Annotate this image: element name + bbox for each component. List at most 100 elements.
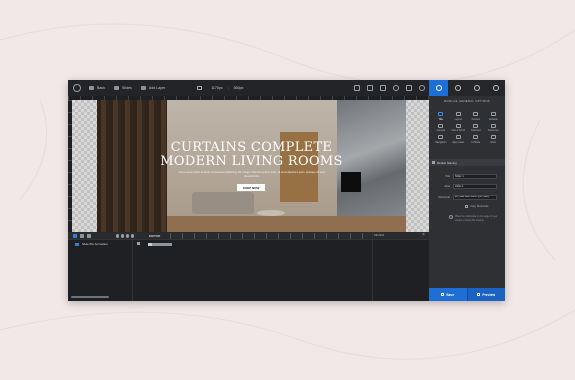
- module-naming-section[interactable]: Module Naming: [429, 159, 505, 166]
- close-icon[interactable]: ×: [422, 233, 425, 238]
- layer-name: Slide BG Animation: [82, 242, 108, 246]
- option-icon: [438, 135, 444, 139]
- option-label: Ar Mode: [471, 140, 481, 144]
- copy-icon: [465, 205, 468, 208]
- option-icon: [490, 112, 496, 116]
- option-general[interactable]: General: [432, 123, 450, 132]
- slides-icon: [114, 86, 119, 90]
- height-value[interactable]: 560px: [234, 86, 244, 90]
- headline-line2: MODERN LIVING ROOMS: [160, 154, 343, 169]
- option-label: Title: [438, 117, 443, 121]
- tab-navigation[interactable]: [448, 80, 467, 96]
- timeline-scrollbar[interactable]: [71, 296, 109, 298]
- option-nav-scroll[interactable]: Nav & Scroll: [450, 123, 468, 132]
- option-ar-mode[interactable]: Ar Mode: [467, 135, 485, 144]
- layer-visibility-icon[interactable]: [137, 242, 140, 245]
- tab-layer[interactable]: [486, 80, 505, 96]
- device-icon[interactable]: [406, 85, 412, 91]
- headline-line1: CURTAINS COMPLETE: [170, 140, 333, 155]
- layers-toggle-icon[interactable]: [73, 234, 77, 238]
- timeline-panel: EDITOR REVIEW × Slide BG Animation: [68, 232, 429, 301]
- option-label: General: [436, 129, 445, 132]
- timeline-ticks: [170, 233, 370, 239]
- tab-module-settings[interactable]: [429, 80, 448, 96]
- title-row: Title Slider 1: [429, 173, 505, 179]
- cursor-icon[interactable]: [367, 85, 373, 91]
- shortcode-note: Place the shortcode on the page of your …: [455, 215, 498, 222]
- alias-label: Alias: [444, 184, 450, 188]
- wordpress-icon[interactable]: [73, 84, 81, 92]
- folder-icon[interactable]: [87, 234, 91, 238]
- add-layer-label: Add Layer: [148, 86, 166, 90]
- timeline-layer-row[interactable]: Slide BG Animation: [75, 242, 108, 246]
- back-button[interactable]: Back: [89, 86, 105, 90]
- copy-label: Copy Shortcode: [470, 205, 489, 208]
- option-title[interactable]: Title: [432, 112, 450, 121]
- panel-footer: Save Preview: [429, 288, 505, 301]
- option-label: Navigation: [435, 140, 447, 144]
- shortcode-field[interactable]: [rev_slider alias="slider-1"][/rev_slide…: [453, 194, 497, 200]
- timeline-bar-handle[interactable]: [148, 243, 152, 246]
- option-ajax-loads[interactable]: Ajax Loads: [450, 135, 468, 144]
- editor-canvas[interactable]: CURTAINS COMPLETE MODERN LIVING ROOMS Lo…: [72, 100, 429, 232]
- option-icon: [438, 123, 444, 128]
- slides-label: Slides: [122, 86, 132, 90]
- settings-icon[interactable]: [131, 234, 134, 238]
- stop-icon[interactable]: [121, 234, 124, 238]
- tab-slide[interactable]: [467, 80, 486, 96]
- options-panel: MODULE GENERAL OPTIONS Title Layout Conten…: [429, 80, 505, 301]
- option-advanced[interactable]: Advanced: [485, 123, 503, 132]
- alias-field[interactable]: slider-1: [453, 183, 497, 189]
- save-label: Save: [446, 292, 455, 297]
- option-carousel[interactable]: Carousel: [467, 123, 485, 132]
- help-icon[interactable]: [354, 85, 360, 91]
- loop-icon[interactable]: [126, 234, 129, 238]
- add-layer-icon: [140, 86, 146, 90]
- back-label: Back: [97, 86, 105, 90]
- editor-label[interactable]: EDITOR: [149, 234, 160, 238]
- timeline-header: EDITOR REVIEW ×: [68, 232, 429, 240]
- save-button[interactable]: Save: [429, 288, 467, 301]
- option-defaults[interactable]: Defaults: [485, 112, 503, 121]
- toolbar-right-icons: [347, 80, 425, 96]
- option-icon: [438, 112, 444, 116]
- gear-icon: [435, 85, 442, 91]
- info-icon: [449, 215, 453, 219]
- slide-subtext[interactable]: Lorem ipsum dolor sit amet, consectetur …: [177, 171, 327, 178]
- history-icon[interactable]: [419, 85, 425, 91]
- option-label: Layout: [454, 117, 462, 121]
- play-icon[interactable]: [116, 234, 119, 238]
- slide-preview[interactable]: CURTAINS COMPLETE MODERN LIVING ROOMS Lo…: [97, 100, 406, 232]
- title-field[interactable]: Slider 1: [453, 173, 497, 179]
- lock-icon[interactable]: [80, 234, 84, 238]
- option-more[interactable]: More: [485, 135, 503, 144]
- monitor-icon[interactable]: [197, 86, 203, 90]
- save-icon: [441, 293, 445, 296]
- preview-button[interactable]: Preview: [466, 288, 505, 301]
- option-layout[interactable]: Layout: [450, 112, 468, 121]
- shortcode-label: Shortcode: [438, 195, 450, 199]
- option-label: Advanced: [487, 129, 499, 132]
- width-value[interactable]: 1170px: [211, 86, 223, 90]
- copy-shortcode-button[interactable]: Copy Shortcode: [465, 205, 489, 208]
- option-label: Defaults: [488, 117, 498, 121]
- layers-icon[interactable]: [380, 85, 386, 91]
- slides-button[interactable]: Slides: [114, 86, 132, 90]
- review-label: REVIEW: [374, 234, 385, 237]
- canvas-size: 1170px | 560px: [197, 86, 243, 90]
- option-icon: [455, 123, 461, 128]
- panel-title: MODULE GENERAL OPTIONS: [444, 99, 490, 103]
- layer-color-icon: [75, 242, 79, 246]
- slide-headline[interactable]: CURTAINS COMPLETE MODERN LIVING ROOMS: [97, 141, 406, 169]
- shop-now-button[interactable]: SHOP NOW: [237, 184, 265, 191]
- option-navigation[interactable]: Navigation: [432, 135, 450, 144]
- option-content[interactable]: Content: [467, 112, 485, 121]
- back-icon: [89, 86, 94, 90]
- option-icon: [473, 123, 479, 128]
- add-layer-button[interactable]: Add Layer: [140, 86, 166, 90]
- move-icon: [454, 85, 461, 91]
- playback-controls: [116, 234, 136, 238]
- option-icon: [490, 123, 496, 128]
- undo-icon[interactable]: [393, 85, 399, 91]
- option-label: Content: [471, 117, 480, 121]
